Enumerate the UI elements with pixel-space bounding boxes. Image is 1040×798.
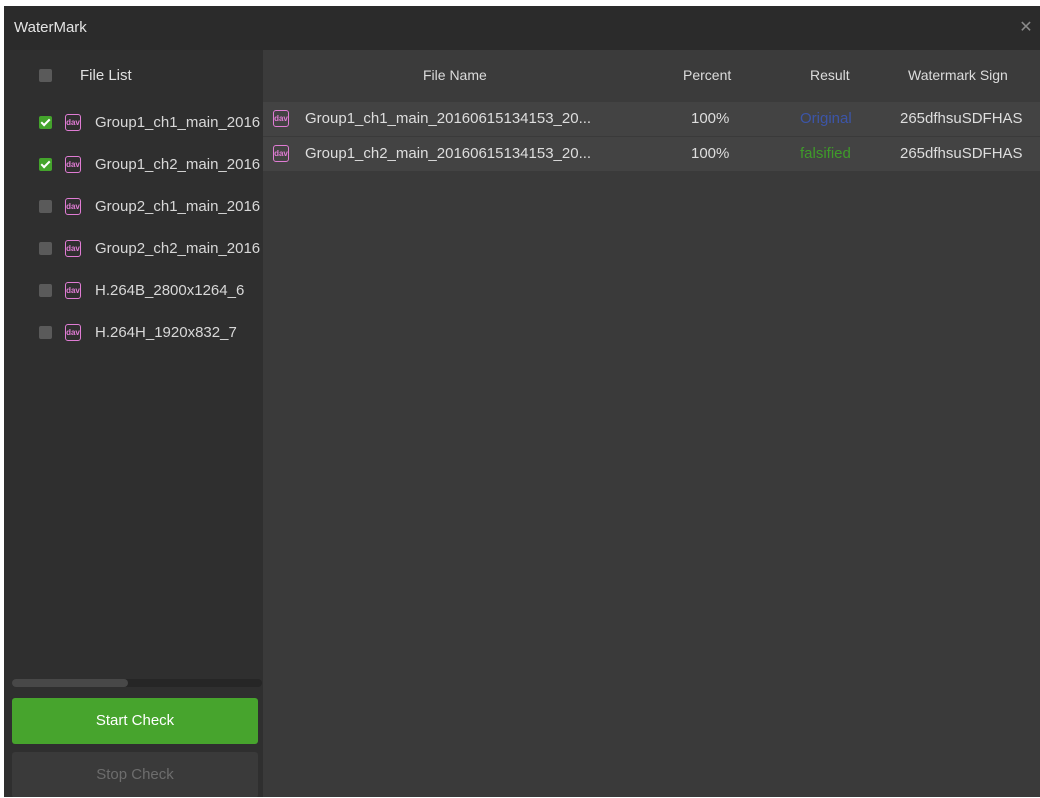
dav-file-icon: dav [273,145,289,162]
file-name: Group1_ch2_main_2016 [95,156,261,173]
file-checkbox[interactable] [39,116,52,129]
horizontal-scrollbar[interactable] [12,679,262,687]
dialog-title: WaterMark [14,19,87,36]
title-bar: WaterMark ✕ [4,6,1040,50]
table-header: File Name Percent Result Watermark Sign [263,50,1040,103]
file-item[interactable]: dav Group2_ch2_main_2016 [4,228,263,270]
file-name: Group2_ch2_main_2016 [95,240,261,257]
row-result-status: falsified [800,145,851,162]
file-name: H.264B_2800x1264_6 [95,282,245,299]
row-result-status: Original [800,110,852,127]
file-checkbox[interactable] [39,242,52,255]
dav-file-icon: dav [65,240,81,257]
row-file-name: Group1_ch1_main_20160615134153_20... [305,110,592,127]
dav-file-icon: dav [65,156,81,173]
scrollbar-thumb[interactable] [12,679,128,687]
column-header-result[interactable]: Result [810,67,850,83]
dav-file-icon: dav [65,282,81,299]
file-name: H.264H_1920x832_7 [95,324,237,341]
file-item[interactable]: dav H.264H_1920x832_7 [4,312,263,354]
results-table: File Name Percent Result Watermark Sign … [263,50,1040,797]
file-item[interactable]: dav Group2_ch1_main_2016 [4,186,263,228]
row-percent: 100% [691,145,730,162]
file-item[interactable]: dav H.264B_2800x1264_6 [4,270,263,312]
row-watermark-sign: 265dfhsuSDFHAS [900,110,1023,127]
file-checkbox[interactable] [39,284,52,297]
file-list-panel: File List dav Group1_ch1_main_2016 dav G… [4,50,263,797]
watermark-dialog: WaterMark ✕ File List dav Group1_ch1_mai… [4,6,1040,797]
file-checkbox[interactable] [39,200,52,213]
start-check-button[interactable]: Start Check [12,698,258,744]
dav-file-icon: dav [65,324,81,341]
file-name: Group2_ch1_main_2016 [95,198,261,215]
stop-check-button[interactable]: Stop Check [12,752,258,797]
dav-file-icon: dav [65,198,81,215]
file-checkbox[interactable] [39,326,52,339]
dav-file-icon: dav [65,114,81,131]
file-list-title: File List [80,67,132,84]
file-name: Group1_ch1_main_2016 [95,114,261,131]
file-list-header: File List [4,50,263,102]
column-header-file-name[interactable]: File Name [423,67,487,83]
close-icon[interactable]: ✕ [1016,18,1036,38]
table-row[interactable]: dav Group1_ch2_main_20160615134153_20...… [263,137,1040,171]
file-item[interactable]: dav Group1_ch2_main_2016 [4,144,263,186]
file-list: dav Group1_ch1_main_2016 dav Group1_ch2_… [4,102,263,354]
row-percent: 100% [691,110,730,127]
dav-file-icon: dav [273,110,289,127]
file-checkbox[interactable] [39,158,52,171]
column-header-percent[interactable]: Percent [683,67,731,83]
row-watermark-sign: 265dfhsuSDFHAS [900,145,1023,162]
column-header-watermark-sign[interactable]: Watermark Sign [908,67,1008,83]
select-all-checkbox[interactable] [39,69,52,82]
table-row[interactable]: dav Group1_ch1_main_20160615134153_20...… [263,102,1040,136]
row-file-name: Group1_ch2_main_20160615134153_20... [305,145,592,162]
file-item[interactable]: dav Group1_ch1_main_2016 [4,102,263,144]
